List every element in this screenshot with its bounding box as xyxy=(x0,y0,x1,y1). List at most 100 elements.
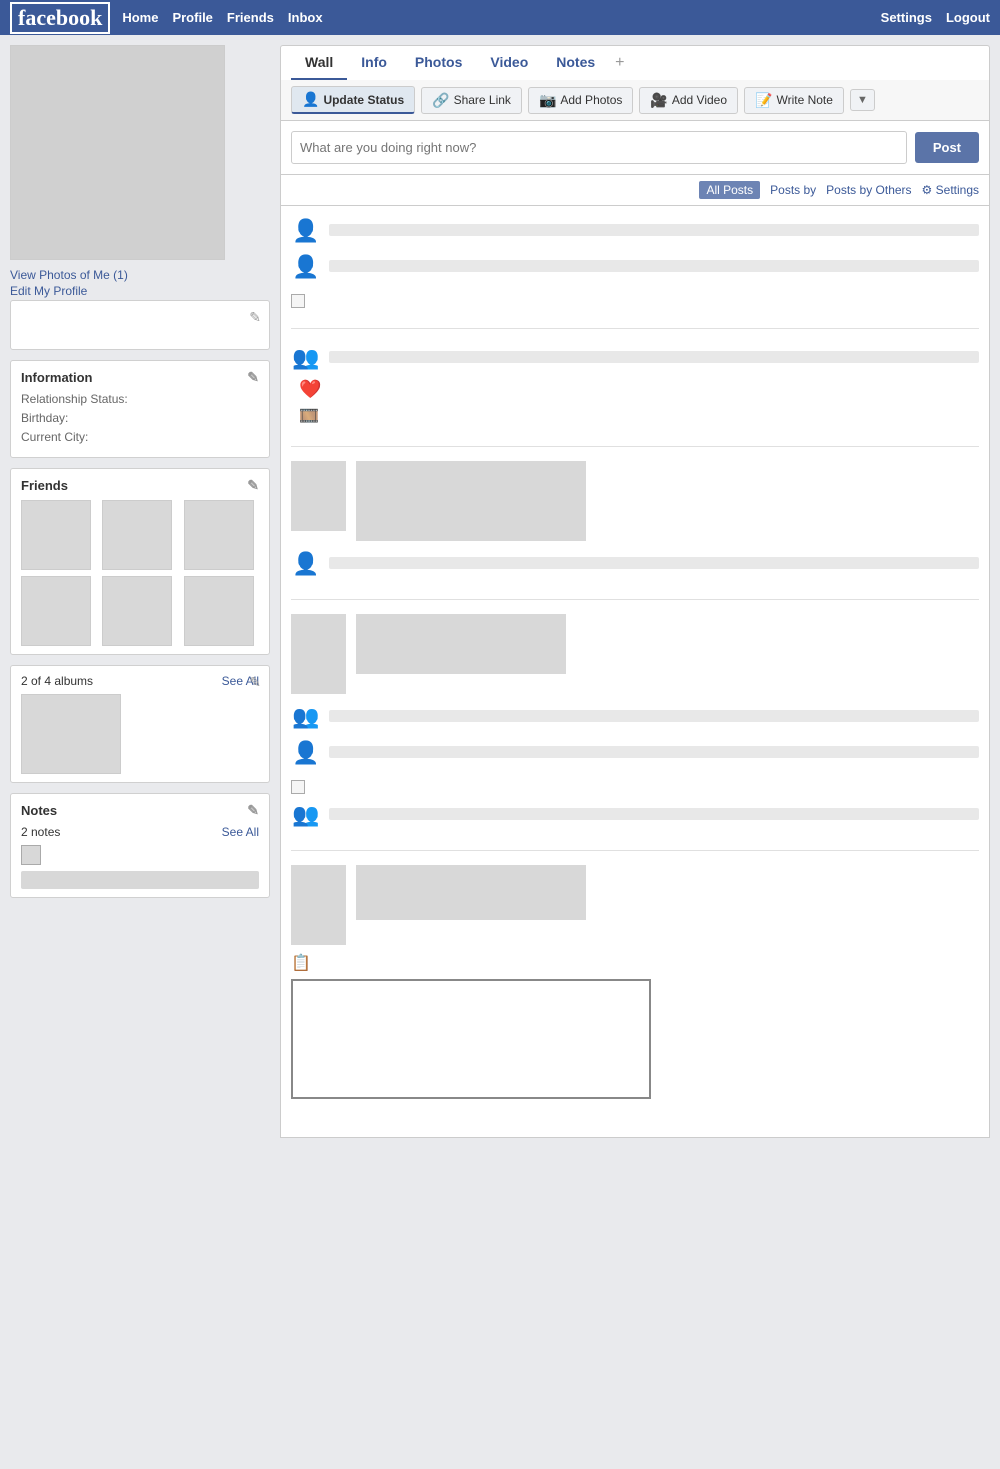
post-line-6 xyxy=(329,746,979,758)
link-icon: 🔗 xyxy=(432,92,449,109)
video-icon: 🎥 xyxy=(650,92,667,109)
avatar-2: 👤 xyxy=(291,252,321,282)
post-line-1 xyxy=(329,224,979,236)
notes-header: 2 notes See All xyxy=(21,825,259,839)
feed-section-4: 👥 👤 👥 xyxy=(291,614,979,851)
nav-friends[interactable]: Friends xyxy=(227,10,274,25)
bio-edit-icon[interactable]: ✎ xyxy=(249,309,261,326)
tab-notes[interactable]: Notes xyxy=(542,46,609,80)
media-post-3 xyxy=(291,865,979,945)
friends-title: Friends ✎ xyxy=(21,477,259,494)
feed-section-3: 👤 xyxy=(291,461,979,600)
tab-plus[interactable]: + xyxy=(609,46,630,80)
posts-by-others-filter[interactable]: Posts by Others xyxy=(826,183,911,197)
posts-by-filter[interactable]: Posts by xyxy=(770,183,816,197)
relationship-row: Relationship Status: xyxy=(21,392,259,406)
person-icon: 👤 xyxy=(302,91,319,108)
tabs-bar: Wall Info Photos Video Notes + xyxy=(280,45,990,80)
add-video-button[interactable]: 🎥 Add Video xyxy=(639,87,738,114)
avatar-7: 👥 xyxy=(291,800,321,830)
edit-profile-link[interactable]: Edit My Profile xyxy=(10,284,270,298)
feed-area: 👤 👤 👥 ❤️ xyxy=(280,206,990,1138)
post-row-11: 👥 xyxy=(291,800,979,830)
notes-box: Notes ✎ 2 notes See All xyxy=(10,793,270,898)
post-row-8: 👥 xyxy=(291,702,979,732)
note-frame[interactable] xyxy=(291,979,651,1099)
post-line-3 xyxy=(329,351,979,363)
media-thumb-right-2 xyxy=(291,865,346,945)
post-row-3 xyxy=(291,288,979,308)
all-posts-filter[interactable]: All Posts xyxy=(699,181,760,199)
friend-photo-6[interactable] xyxy=(184,576,254,646)
status-input[interactable] xyxy=(291,131,907,164)
post-check-2 xyxy=(291,780,305,794)
media-thumb-right2-1 xyxy=(356,614,566,674)
post-line-2 xyxy=(329,260,979,272)
media-thumb-left-1 xyxy=(291,461,346,531)
photo-icon: 📷 xyxy=(539,92,556,109)
page-wrapper: View Photos of Me (1) Edit My Profile ✎ … xyxy=(0,35,1000,1148)
bio-box: ✎ xyxy=(10,300,270,350)
albums-edit-icon[interactable]: ✎ xyxy=(249,674,261,691)
feed-section-2: 👥 ❤️ 🎞️ xyxy=(291,343,979,447)
info-edit-icon[interactable]: ✎ xyxy=(247,369,259,386)
note-icon: 📝 xyxy=(755,92,772,109)
friend-photo-1[interactable] xyxy=(21,500,91,570)
film-icon: 🎞️ xyxy=(299,406,319,426)
post-button[interactable]: Post xyxy=(915,132,979,163)
information-title: Information ✎ xyxy=(21,369,259,386)
post-row-1: 👤 xyxy=(291,216,979,246)
note-item[interactable] xyxy=(21,845,41,865)
nav-right: Settings Logout xyxy=(881,10,990,25)
avatar-4: 👤 xyxy=(291,549,321,579)
feed-section-5: 📋 xyxy=(291,865,979,1113)
tab-photos[interactable]: Photos xyxy=(401,46,476,80)
tab-video[interactable]: Video xyxy=(476,46,542,80)
share-link-button[interactable]: 🔗 Share Link xyxy=(421,87,522,114)
post-row-12: 📋 xyxy=(291,953,979,973)
avatar-6: 👤 xyxy=(291,738,321,768)
notes-edit-icon[interactable]: ✎ xyxy=(247,802,259,819)
notes-see-all[interactable]: See All xyxy=(222,825,259,839)
post-row-5: ❤️ xyxy=(291,379,979,400)
album-thumbnail[interactable] xyxy=(21,694,121,774)
friend-photo-3[interactable] xyxy=(184,500,254,570)
action-bar: 👤 Update Status 🔗 Share Link 📷 Add Photo… xyxy=(280,80,990,121)
post-line-4 xyxy=(329,557,979,569)
friends-edit-icon[interactable]: ✎ xyxy=(247,477,259,494)
view-photos-link[interactable]: View Photos of Me (1) xyxy=(10,268,270,282)
post-row-4: 👥 xyxy=(291,343,979,373)
nav-home[interactable]: Home xyxy=(122,10,158,25)
tab-info[interactable]: Info xyxy=(347,46,401,80)
albums-box: ✎ 2 of 4 albums See All xyxy=(10,665,270,783)
heart-icon: ❤️ xyxy=(299,379,321,400)
information-box: Information ✎ Relationship Status: Birth… xyxy=(10,360,270,458)
update-status-button[interactable]: 👤 Update Status xyxy=(291,86,415,114)
profile-photo xyxy=(10,45,225,260)
albums-count: 2 of 4 albums xyxy=(21,674,93,688)
nav-links: Home Profile Friends Inbox xyxy=(122,10,322,25)
tab-wall[interactable]: Wall xyxy=(291,46,347,80)
settings-link[interactable]: Settings xyxy=(881,10,932,25)
dropdown-arrow[interactable]: ▼ xyxy=(850,89,875,111)
nav-inbox[interactable]: Inbox xyxy=(288,10,323,25)
logout-link[interactable]: Logout xyxy=(946,10,990,25)
post-line-5 xyxy=(329,710,979,722)
friend-photo-5[interactable] xyxy=(102,576,172,646)
friend-photo-4[interactable] xyxy=(21,576,91,646)
notes-count: 2 notes xyxy=(21,825,60,839)
post-row-2: 👤 xyxy=(291,252,979,282)
friend-photo-2[interactable] xyxy=(102,500,172,570)
facebook-logo[interactable]: facebook xyxy=(10,2,110,34)
avatar-3: 👥 xyxy=(291,343,321,373)
sidebar: View Photos of Me (1) Edit My Profile ✎ … xyxy=(10,45,270,1138)
media-thumb-right3-1 xyxy=(356,865,586,920)
filter-settings[interactable]: ⚙ Settings xyxy=(922,183,979,197)
write-note-button[interactable]: 📝 Write Note xyxy=(744,87,844,114)
media-thumb-wide-1 xyxy=(356,461,586,541)
feed-section-1: 👤 👤 xyxy=(291,216,979,329)
nav-profile[interactable]: Profile xyxy=(172,10,212,25)
status-box: Post xyxy=(280,121,990,175)
add-photos-button[interactable]: 📷 Add Photos xyxy=(528,87,633,114)
post-row-7: 👤 xyxy=(291,549,979,579)
